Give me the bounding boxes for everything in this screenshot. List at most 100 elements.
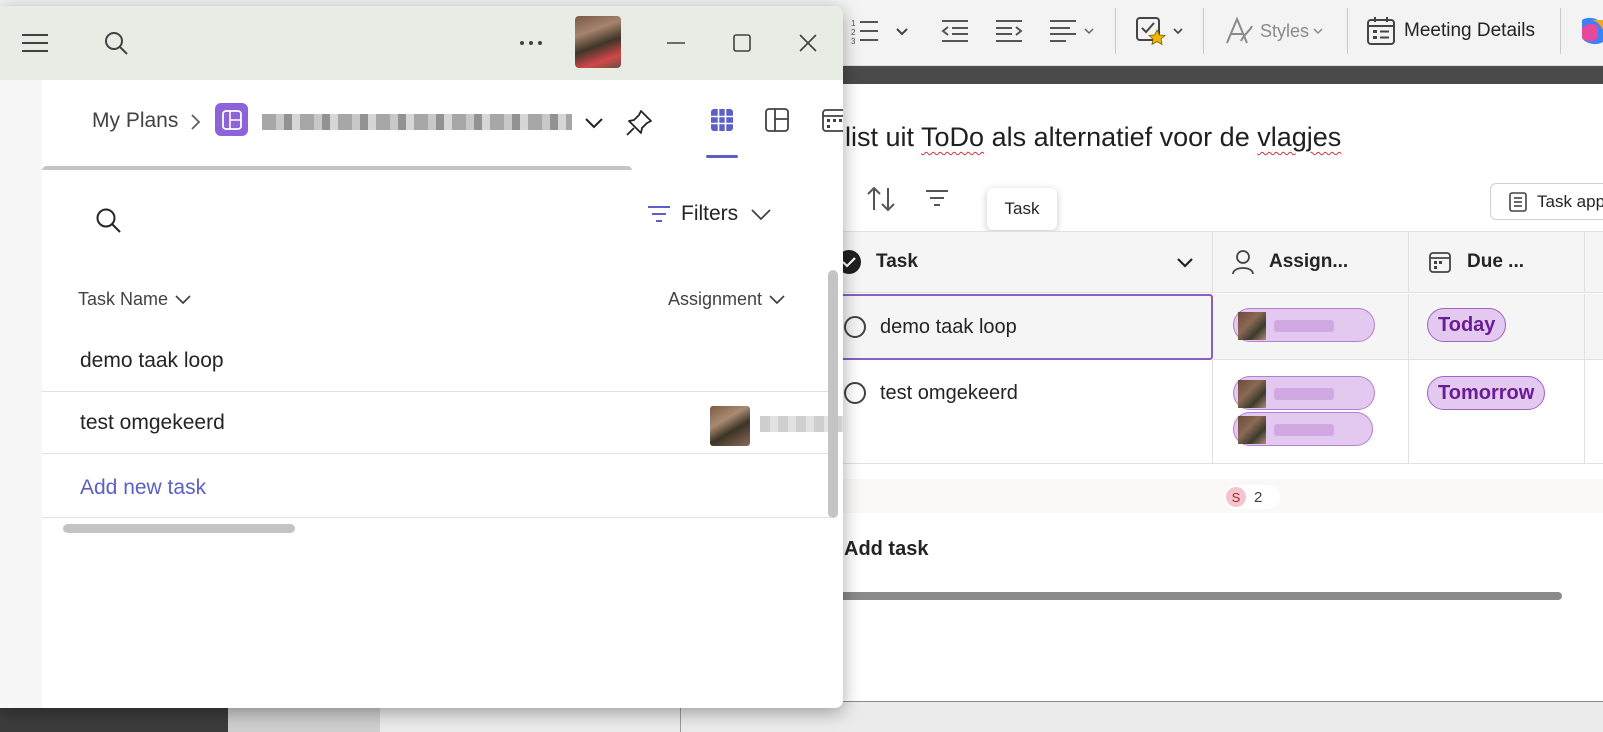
vertical-scrollbar[interactable] bbox=[828, 270, 838, 518]
loop-next-cell[interactable] bbox=[1585, 360, 1603, 464]
summary-count: 2 bbox=[1254, 488, 1263, 506]
filters-label: Filters bbox=[681, 202, 739, 225]
copilot-button[interactable] bbox=[1578, 0, 1603, 62]
loop-assigned-cell[interactable] bbox=[1213, 294, 1409, 360]
sort-button[interactable] bbox=[866, 186, 896, 212]
horizontal-scrollbar[interactable] bbox=[820, 592, 1562, 600]
close-button[interactable] bbox=[790, 6, 826, 80]
chevron-down-icon bbox=[175, 294, 191, 304]
svg-text:1: 1 bbox=[851, 19, 856, 28]
hamburger-icon bbox=[22, 34, 48, 52]
checkbox-star-icon bbox=[1136, 17, 1166, 46]
loop-task-row[interactable]: test omgekeerd bbox=[820, 360, 1213, 464]
calendar-icon bbox=[1429, 252, 1451, 273]
filter-icon bbox=[648, 206, 670, 222]
maximize-button[interactable] bbox=[724, 6, 760, 80]
chevron-down-icon bbox=[769, 294, 785, 304]
ribbon-separator bbox=[1203, 8, 1204, 54]
increase-indent-button[interactable] bbox=[994, 0, 1024, 62]
numbered-list-button[interactable]: 123 bbox=[850, 0, 912, 62]
assignee-chip[interactable] bbox=[1233, 308, 1375, 342]
column-header-next[interactable] bbox=[1585, 231, 1603, 293]
loop-task-row[interactable]: demo taak loop bbox=[820, 294, 1213, 360]
loop-due-cell[interactable]: Today bbox=[1409, 294, 1585, 360]
task-app-label: Task app bbox=[1537, 191, 1603, 211]
column-header-task[interactable]: Task bbox=[820, 231, 1213, 293]
plan-icon bbox=[215, 103, 248, 136]
chevron-down-icon bbox=[896, 28, 908, 36]
add-new-task-button[interactable]: Add new task bbox=[80, 476, 206, 500]
chevron-down-icon bbox=[1313, 28, 1323, 35]
complete-task-checkbox[interactable] bbox=[844, 316, 866, 338]
horizontal-scrollbar[interactable] bbox=[63, 524, 295, 533]
search-button[interactable] bbox=[96, 6, 136, 80]
filter-button[interactable] bbox=[925, 188, 949, 208]
assignee-chip[interactable] bbox=[1233, 412, 1373, 446]
due-date-chip[interactable]: Today bbox=[1427, 308, 1507, 342]
assignee-chip[interactable] bbox=[1233, 376, 1375, 410]
bottom-panel-mid bbox=[228, 706, 380, 732]
chevron-down-icon bbox=[1177, 258, 1193, 268]
assignee-summary-badge[interactable]: S 2 bbox=[1224, 485, 1280, 509]
task-name[interactable]: test omgekeerd bbox=[80, 411, 225, 435]
task-search-button[interactable] bbox=[95, 207, 121, 233]
more-options-button[interactable] bbox=[516, 6, 546, 80]
svg-text:2: 2 bbox=[851, 28, 856, 37]
complete-task-checkbox[interactable] bbox=[844, 382, 866, 404]
more-icon bbox=[520, 41, 542, 45]
table-row[interactable]: test omgekeerd n bbox=[42, 392, 843, 454]
loop-next-cell[interactable] bbox=[1585, 294, 1603, 360]
chevron-down-icon bbox=[751, 209, 771, 221]
tab-board-view[interactable] bbox=[765, 108, 789, 132]
styles-button[interactable]: Styles bbox=[1224, 0, 1325, 62]
title-part-misspelled: ToDo bbox=[921, 122, 985, 152]
title-bar bbox=[0, 6, 843, 80]
loop-due-cell[interactable]: Tomorrow bbox=[1409, 360, 1585, 464]
document-top-strip bbox=[820, 66, 1603, 84]
task-app-button[interactable]: Task app bbox=[1490, 183, 1603, 220]
tab-schedule-view[interactable] bbox=[822, 108, 843, 132]
column-header-assignment[interactable]: Assignment bbox=[668, 289, 786, 310]
plan-dropdown-button[interactable] bbox=[584, 116, 604, 130]
filters-button[interactable]: Filters bbox=[647, 202, 772, 226]
title-part: list uit bbox=[845, 122, 922, 152]
assignee-name-redacted bbox=[1274, 424, 1334, 436]
add-task-button[interactable]: Add task bbox=[844, 538, 928, 561]
minimize-icon bbox=[667, 42, 685, 44]
breadcrumb-separator bbox=[190, 113, 202, 131]
loop-component-title[interactable]: list uit ToDo als alternatief voor de vl… bbox=[845, 122, 1341, 153]
decrease-indent-button[interactable] bbox=[940, 0, 970, 62]
menu-button[interactable] bbox=[14, 6, 56, 80]
tooltip: Task bbox=[987, 188, 1057, 230]
due-date-chip[interactable]: Tomorrow bbox=[1427, 376, 1546, 410]
sort-icon bbox=[867, 186, 895, 212]
left-rail bbox=[0, 80, 42, 708]
task-list-icon bbox=[1509, 191, 1527, 212]
loop-assigned-cell[interactable] bbox=[1213, 360, 1409, 464]
chevron-right-icon bbox=[191, 114, 201, 130]
summary-row bbox=[820, 479, 1603, 513]
plan-name-redacted[interactable] bbox=[262, 114, 572, 130]
loop-task-name[interactable]: demo taak loop bbox=[880, 316, 1017, 339]
align-left-icon bbox=[1050, 20, 1076, 42]
breadcrumb-my-plans[interactable]: My Plans bbox=[92, 109, 178, 133]
account-avatar[interactable] bbox=[575, 16, 621, 68]
avatar bbox=[1238, 380, 1266, 408]
decrease-indent-icon bbox=[941, 20, 968, 42]
meeting-details-button[interactable]: Meeting Details bbox=[1366, 0, 1535, 62]
minimize-button[interactable] bbox=[658, 6, 694, 80]
ribbon-separator bbox=[1560, 8, 1561, 54]
styles-label: Styles bbox=[1260, 20, 1310, 41]
task-name[interactable]: demo taak loop bbox=[80, 349, 224, 373]
tab-grid-view[interactable] bbox=[710, 108, 734, 132]
align-button[interactable] bbox=[1048, 0, 1096, 62]
table-row[interactable]: demo taak loop bbox=[42, 330, 830, 392]
task-checkbox-button[interactable] bbox=[1135, 0, 1185, 62]
avatar bbox=[710, 406, 750, 446]
pin-button[interactable] bbox=[625, 109, 653, 137]
column-header-assigned[interactable]: Assign... bbox=[1213, 231, 1409, 293]
column-header-task-name[interactable]: Task Name bbox=[78, 289, 192, 310]
column-header-due[interactable]: Due ... bbox=[1409, 231, 1585, 293]
loop-task-name[interactable]: test omgekeerd bbox=[880, 382, 1018, 405]
chevron-down-icon bbox=[1084, 28, 1094, 35]
